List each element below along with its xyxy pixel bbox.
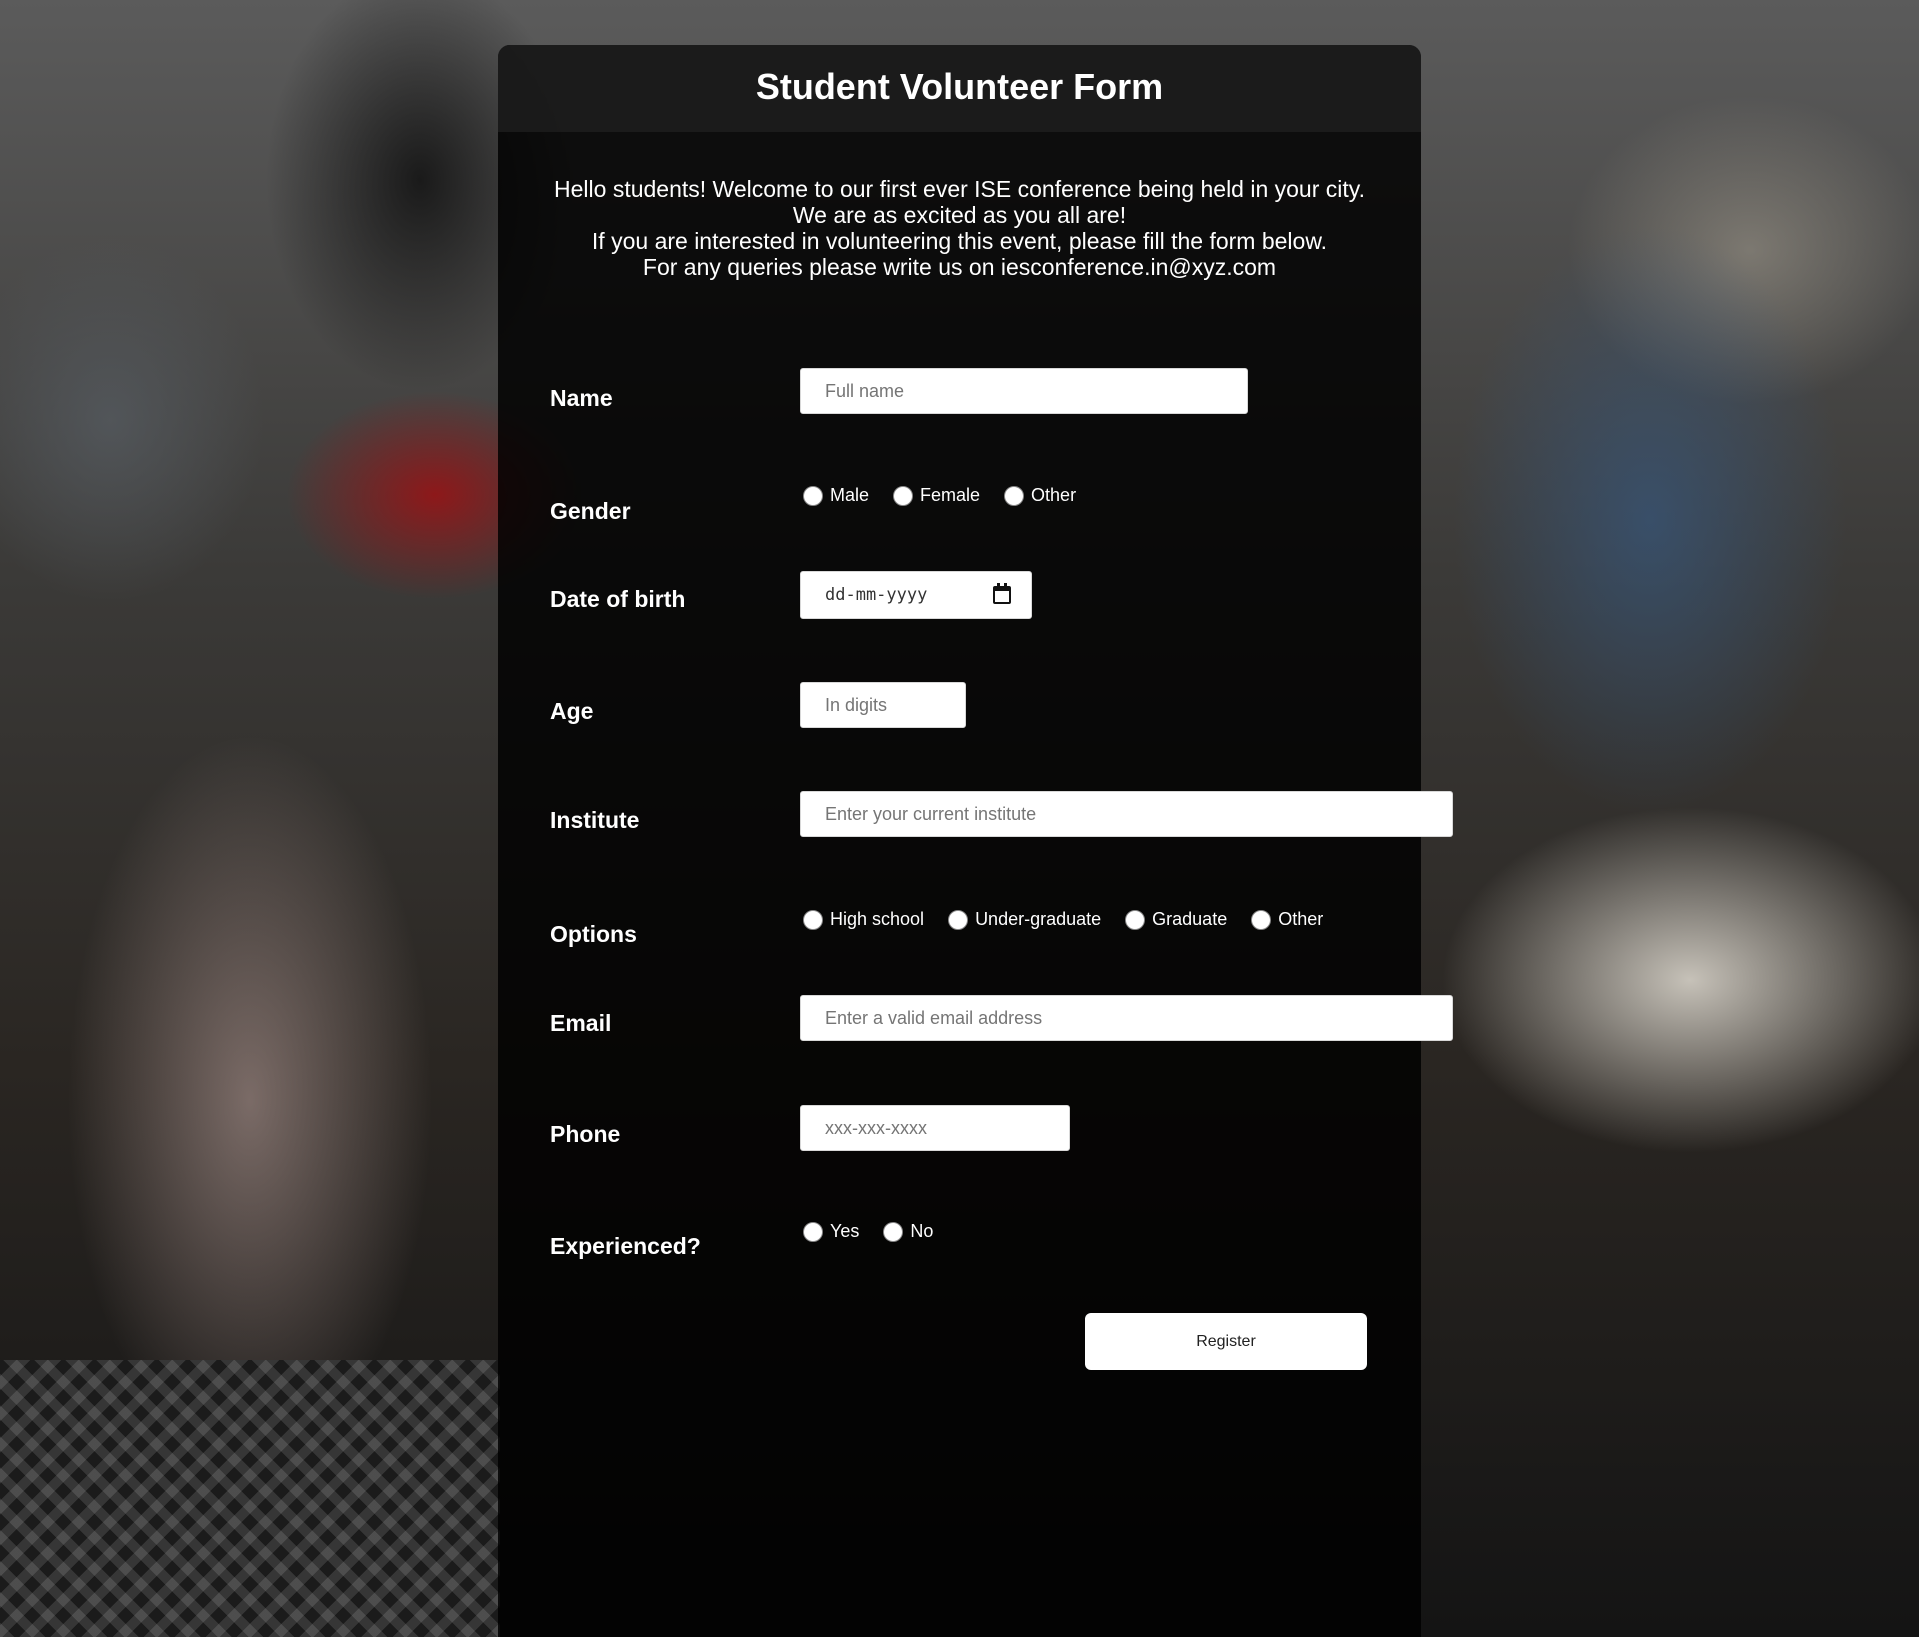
institute-label: Institute: [550, 807, 640, 833]
radio-label: Male: [830, 485, 870, 505]
gender-other-option[interactable]: Other: [1001, 485, 1076, 506]
dob-placeholder: dd-mm-yyyy: [825, 585, 928, 605]
dob-input[interactable]: dd-mm-yyyy: [800, 571, 1032, 619]
radio-button[interactable]: [803, 485, 823, 506]
intro-line: Hello students! Welcome to our first eve…: [554, 176, 1365, 202]
dob-label: Date of birth: [550, 586, 686, 612]
form-header: Student Volunteer Form: [498, 45, 1421, 132]
radio-label: High school: [830, 909, 925, 929]
email-input[interactable]: [800, 995, 1453, 1041]
name-label: Name: [550, 385, 613, 411]
intro-text: Hello students! Welcome to our first eve…: [498, 176, 1421, 280]
form-panel: Student Volunteer Form Hello students! W…: [498, 45, 1453, 1637]
gender-label: Gender: [550, 498, 631, 524]
radio-button[interactable]: [948, 909, 969, 930]
experienced-label: Experienced?: [550, 1233, 701, 1259]
gender-female-option[interactable]: Female: [890, 485, 980, 506]
gender-radio-group: Male Female Other: [800, 485, 1097, 506]
phone-label: Phone: [550, 1121, 621, 1147]
radio-label: Other: [1278, 909, 1324, 929]
radio-label: Yes: [830, 1221, 860, 1241]
form-title: Student Volunteer Form: [755, 65, 1164, 107]
institute-input[interactable]: [800, 791, 1453, 837]
radio-button[interactable]: [803, 909, 823, 930]
email-label: Email: [550, 1010, 612, 1036]
age-input[interactable]: [800, 682, 966, 728]
phone-input[interactable]: [800, 1105, 1070, 1151]
experienced-yes-option[interactable]: Yes: [800, 1221, 859, 1242]
age-label: Age: [550, 698, 594, 724]
option-high-school[interactable]: High school: [800, 909, 924, 930]
radio-button[interactable]: [1004, 485, 1025, 506]
education-radio-group: High school Under-graduate Graduate Othe…: [800, 909, 1344, 930]
background-sweater-pattern: [0, 1360, 500, 1637]
experienced-no-option[interactable]: No: [880, 1221, 933, 1242]
radio-button[interactable]: [893, 485, 914, 506]
intro-line: If you are interested in volunteering th…: [591, 228, 1328, 254]
radio-label: Under-graduate: [975, 909, 1102, 929]
radio-button[interactable]: [1251, 909, 1272, 930]
intro-line: We are as excited as you all are!: [792, 202, 1127, 228]
radio-button[interactable]: [883, 1221, 904, 1242]
radio-label: No: [910, 1221, 934, 1241]
name-input[interactable]: [800, 368, 1248, 414]
radio-label: Graduate: [1152, 909, 1228, 929]
option-other[interactable]: Other: [1248, 909, 1323, 930]
intro-line: For any queries please write us on iesco…: [642, 254, 1277, 280]
experienced-radio-group: Yes No: [800, 1221, 954, 1242]
option-under-graduate[interactable]: Under-graduate: [945, 909, 1101, 930]
radio-button[interactable]: [1125, 909, 1146, 930]
radio-label: Female: [920, 485, 981, 505]
gender-male-option[interactable]: Male: [800, 485, 869, 506]
option-graduate[interactable]: Graduate: [1122, 909, 1227, 930]
calendar-icon[interactable]: [993, 583, 1011, 604]
radio-label: Other: [1031, 485, 1077, 505]
radio-button[interactable]: [803, 1221, 823, 1242]
register-button[interactable]: Register: [1085, 1313, 1367, 1370]
options-label: Options: [550, 921, 637, 947]
